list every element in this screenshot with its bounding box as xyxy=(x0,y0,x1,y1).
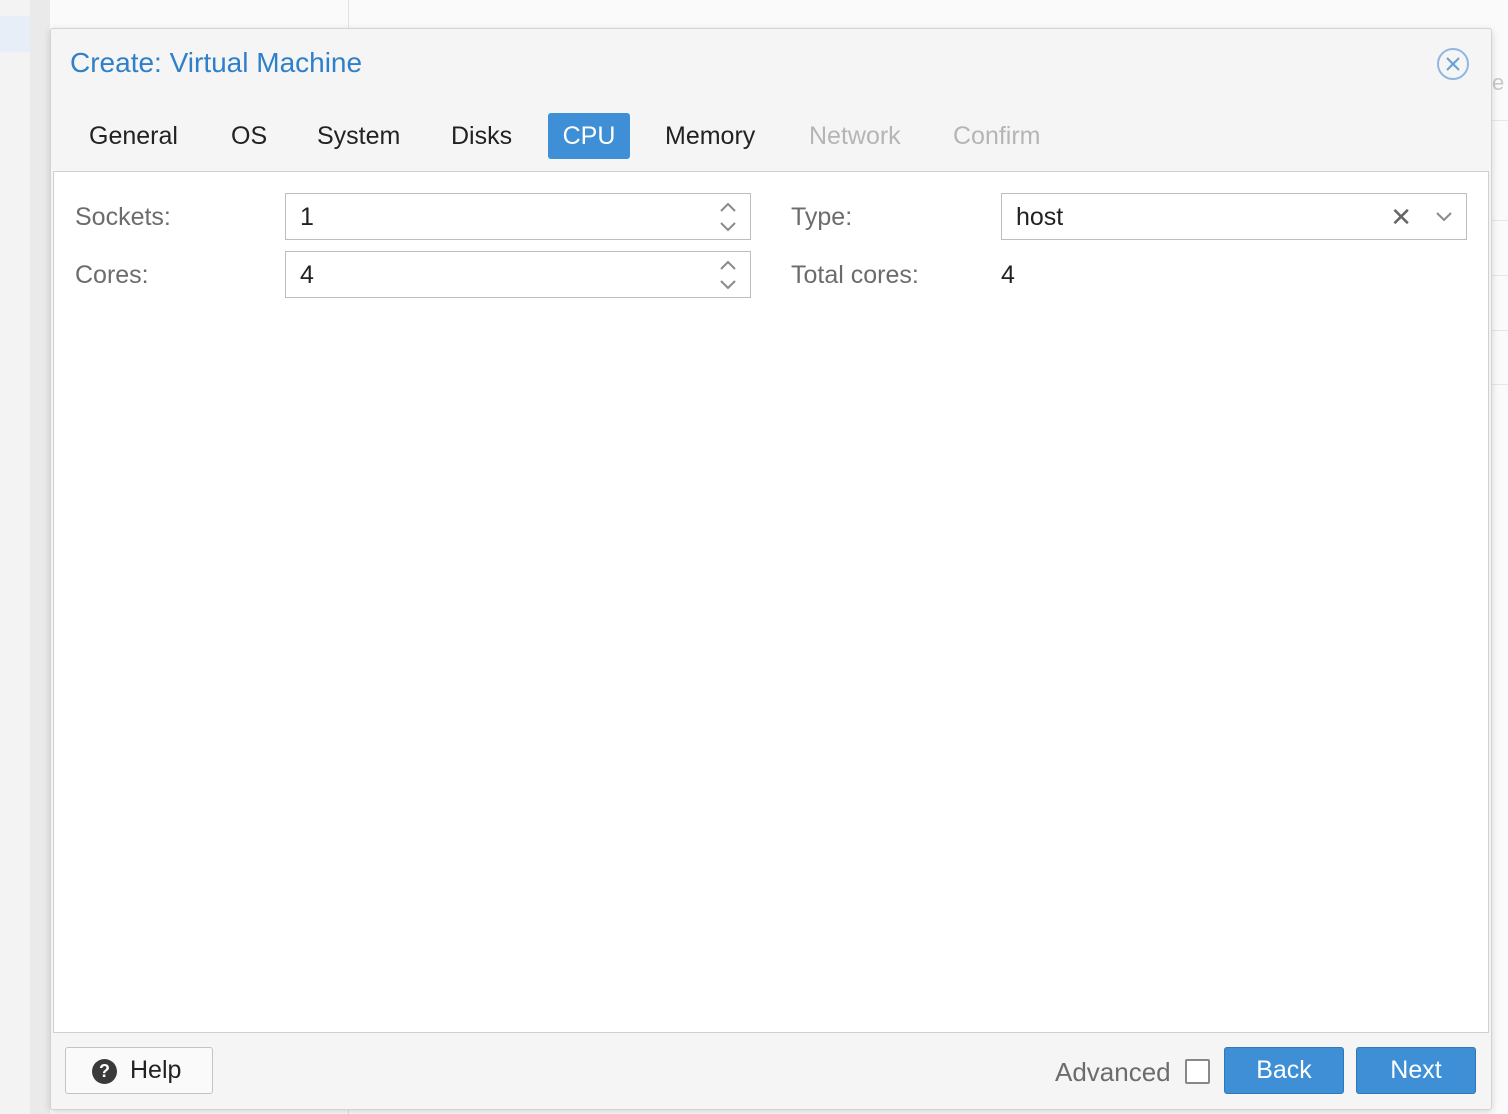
sockets-value: 1 xyxy=(300,203,314,231)
sockets-stepper[interactable]: 1 xyxy=(285,193,751,240)
dialog-title: Create: Virtual Machine xyxy=(70,47,363,78)
spinner-icon[interactable] xyxy=(716,257,740,293)
advanced-checkbox[interactable] xyxy=(1185,1059,1210,1084)
tab-os[interactable]: OS xyxy=(217,113,281,159)
cores-label: Cores: xyxy=(75,261,149,289)
dialog-footer: ? Help Advanced Back Next xyxy=(51,1033,1491,1109)
background-sidebar xyxy=(0,0,30,1114)
background-text: e xyxy=(1492,70,1505,95)
background-row-line xyxy=(1490,220,1508,221)
total-cores-value: 4 xyxy=(1001,261,1015,289)
back-button[interactable]: Back xyxy=(1224,1047,1344,1094)
create-vm-dialog: Create: Virtual Machine General OS Syste… xyxy=(50,28,1492,1110)
background-divider xyxy=(348,0,349,30)
help-label: Help xyxy=(130,1056,182,1084)
background-row-line xyxy=(1490,384,1508,385)
background-selected-item xyxy=(0,16,30,52)
help-button[interactable]: ? Help xyxy=(65,1047,213,1094)
next-button[interactable]: Next xyxy=(1356,1047,1476,1094)
clear-icon[interactable]: ✕ xyxy=(1390,194,1412,240)
background-row-line xyxy=(1490,120,1508,121)
type-value: host xyxy=(1016,203,1064,231)
tab-network: Network xyxy=(809,122,901,150)
tab-general[interactable]: General xyxy=(75,113,192,159)
tab-disks[interactable]: Disks xyxy=(437,113,526,159)
close-icon[interactable] xyxy=(1437,48,1469,80)
background-strip xyxy=(30,0,50,1114)
spinner-icon[interactable] xyxy=(716,199,740,235)
tab-system[interactable]: System xyxy=(303,113,414,159)
background-row-line xyxy=(1490,330,1508,331)
wizard-tabs: General OS System Disks CPU Memory Netwo… xyxy=(51,113,1491,159)
help-icon: ? xyxy=(92,1059,117,1084)
close-x-icon xyxy=(1446,57,1460,71)
cpu-panel: Sockets: 1 Cores: 4 Type: host ✕ Total c… xyxy=(53,171,1489,1033)
total-cores-label: Total cores: xyxy=(791,261,919,289)
tab-memory[interactable]: Memory xyxy=(651,113,769,159)
background-row-line xyxy=(1490,275,1508,276)
type-select[interactable]: host ✕ xyxy=(1001,193,1467,240)
tab-cpu[interactable]: CPU xyxy=(548,113,630,159)
type-label: Type: xyxy=(791,203,853,231)
tab-confirm: Confirm xyxy=(953,122,1041,150)
advanced-label: Advanced xyxy=(1055,1057,1171,1087)
chevron-down-icon[interactable] xyxy=(1434,206,1454,226)
background-right-panel xyxy=(1490,0,1508,1114)
cores-value: 4 xyxy=(300,261,314,289)
cores-stepper[interactable]: 4 xyxy=(285,251,751,298)
sockets-label: Sockets: xyxy=(75,203,171,231)
